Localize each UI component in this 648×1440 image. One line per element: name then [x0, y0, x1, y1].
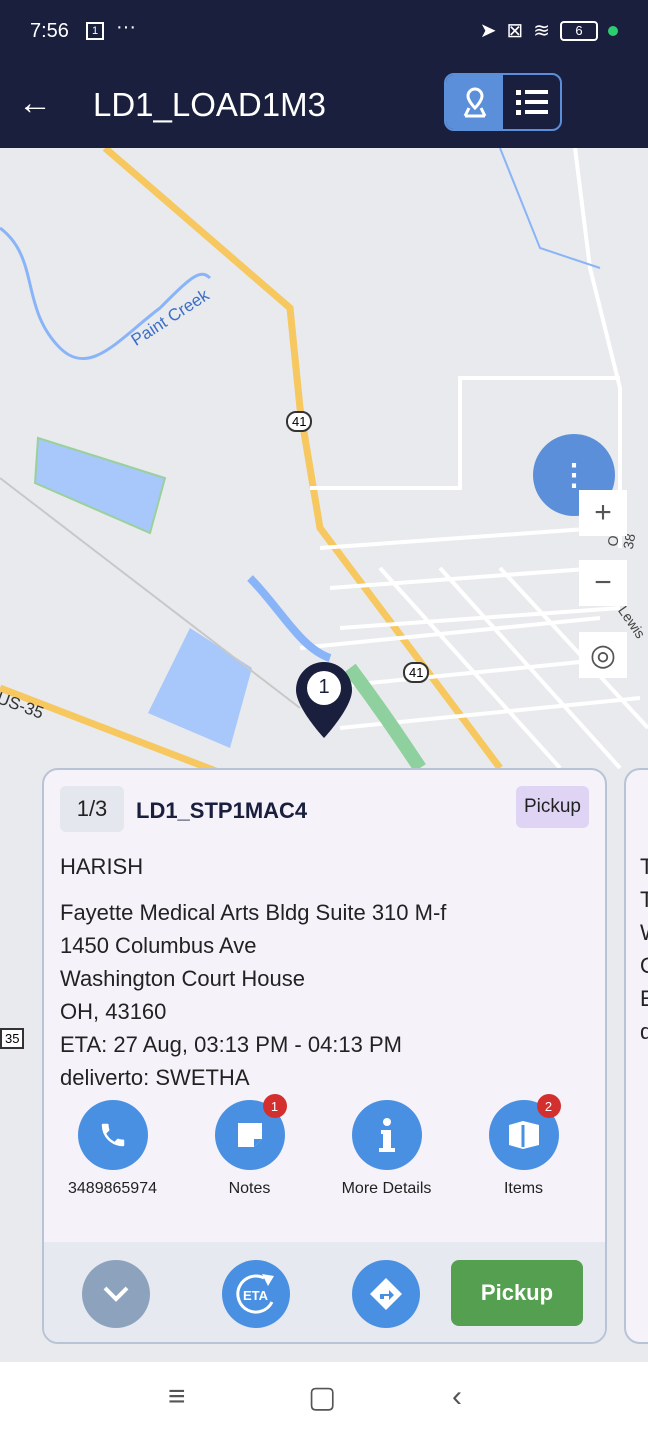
contact-name: HARISH — [60, 854, 144, 879]
eta-text: ETA: 27 Aug, 03:13 PM - 04:13 PM — [60, 1032, 402, 1057]
directions-button[interactable] — [352, 1260, 420, 1328]
wifi-icon: ≋ — [533, 20, 550, 42]
box-icon — [508, 1121, 539, 1149]
stop-type-badge: Pickup — [515, 786, 589, 828]
list-view-button[interactable] — [503, 75, 560, 129]
partial-text: T — [640, 883, 648, 916]
info-icon — [378, 1118, 395, 1152]
more-details-label: More Details — [341, 1180, 432, 1197]
notes-label: Notes — [228, 1180, 271, 1197]
note-icon — [237, 1123, 262, 1147]
eta-icon: ETA — [236, 1274, 274, 1314]
view-toggle — [444, 73, 562, 131]
app-header: ← LD1_LOAD1M3 — [0, 62, 648, 148]
partial-text: E — [640, 982, 648, 1015]
route-shield-41: 41 — [286, 411, 313, 432]
route-shield-41: 41 — [403, 662, 430, 683]
zoom-out-button[interactable]: − — [579, 560, 627, 606]
map-marker-pin-icon — [296, 662, 352, 738]
items-button[interactable]: 2 Items — [455, 1094, 592, 1198]
back-arrow-icon[interactable]: ← — [18, 84, 52, 123]
address-line: Fayette Medical Arts Bldg Suite 310 M-f — [60, 900, 447, 925]
recents-icon[interactable]: ≡ — [168, 1380, 186, 1414]
address-line: OH, 43160 — [60, 999, 167, 1024]
deliver-to-text: deliverto: SWETHA — [60, 1065, 250, 1090]
phone-number: 3489865974 — [68, 1180, 157, 1197]
partial-text: T — [640, 850, 648, 883]
partial-text: d — [640, 1015, 648, 1048]
map-view-button[interactable] — [446, 75, 503, 129]
map-marker[interactable]: 1 — [294, 660, 354, 745]
call-button[interactable]: 3489865974 — [44, 1100, 181, 1198]
svg-text:ETA: ETA — [243, 1288, 269, 1303]
location-icon: ➤ — [479, 20, 497, 42]
my-location-button[interactable]: ◎ — [579, 632, 627, 678]
collapse-button[interactable] — [82, 1260, 150, 1328]
crosshair-icon: ◎ — [589, 638, 617, 672]
eta-button[interactable]: ETA — [222, 1260, 290, 1328]
more-notifications-icon: ··· — [116, 16, 136, 38]
system-nav-bar: ≡ ▢ ‹ — [0, 1362, 648, 1440]
notes-count-badge: 1 — [262, 1094, 287, 1118]
more-vertical-icon: ⋮ — [559, 458, 589, 492]
zoom-in-button[interactable]: + — [579, 490, 627, 536]
phone-icon — [101, 1123, 124, 1147]
stop-sequence: 1/3 — [60, 786, 124, 832]
pickup-button[interactable]: Pickup — [451, 1260, 583, 1326]
directions-icon — [370, 1278, 402, 1310]
route-shield-35: 35 — [0, 1028, 25, 1049]
address-block: Fayette Medical Arts Bldg Suite 310 M-f … — [60, 896, 446, 1094]
system-back-icon[interactable]: ‹ — [452, 1380, 462, 1414]
items-label: Items — [503, 1180, 544, 1197]
partial-text: O — [640, 949, 648, 982]
partial-text: W — [640, 916, 648, 949]
address-line: 1450 Columbus Ave — [60, 933, 257, 958]
clock: 7:56 — [30, 20, 69, 42]
status-bar: 7:56 1 ··· ➤ ⊠ ≋ 6 — [0, 0, 648, 62]
battery-icon: 6 — [560, 20, 598, 41]
home-icon[interactable]: ▢ — [308, 1380, 336, 1415]
map-pin-icon — [463, 87, 486, 118]
marker-number: 1 — [318, 676, 330, 698]
notes-button[interactable]: 1 Notes — [181, 1094, 318, 1198]
stop-id: LD1_STP1MAC4 — [136, 798, 308, 823]
items-count-badge: 2 — [536, 1094, 561, 1118]
stop-card: 1/3 LD1_STP1MAC4 Pickup HARISH Fayette M… — [42, 768, 607, 1344]
privacy-dot — [608, 25, 618, 36]
list-icon — [515, 90, 548, 115]
chevron-down-icon — [103, 1286, 129, 1302]
card-footer: ETA Pickup — [44, 1242, 605, 1342]
address-line: Washington Court House — [60, 966, 305, 991]
next-stop-card[interactable]: T T W O E d — [624, 768, 648, 1344]
page-title: LD1_LOAD1M3 — [93, 86, 326, 123]
no-sim-icon: ⊠ — [506, 20, 524, 42]
calendar-icon: 1 — [86, 22, 104, 40]
more-details-button[interactable]: More Details — [318, 1100, 455, 1198]
